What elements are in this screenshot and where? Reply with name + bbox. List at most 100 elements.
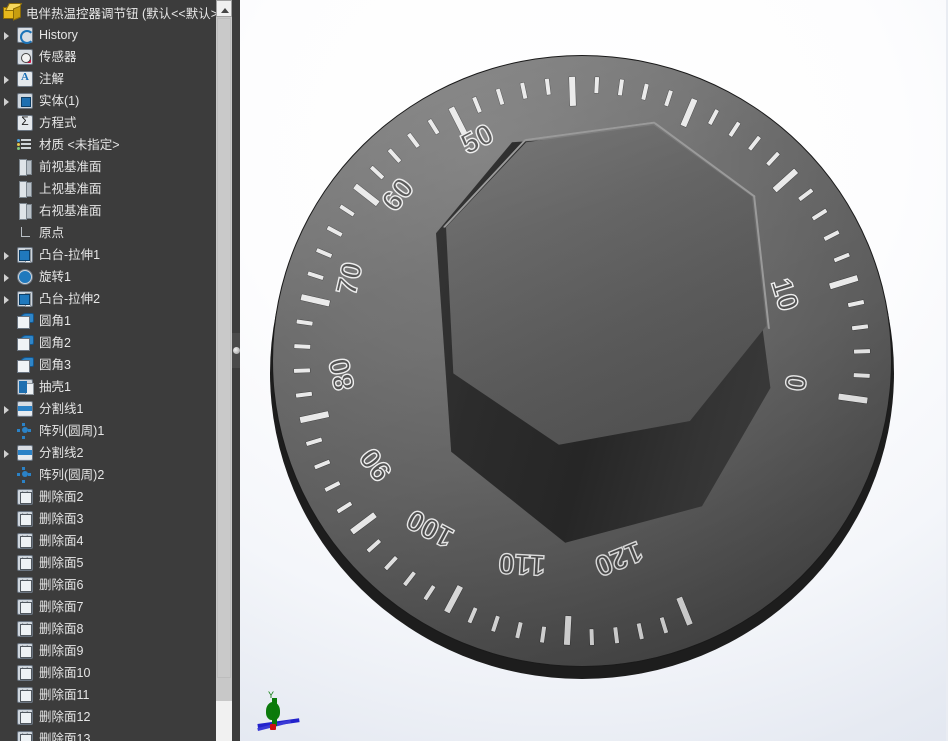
expand-arrow-icon[interactable]: [0, 442, 14, 464]
tree-item[interactable]: 圆角1: [0, 310, 216, 332]
triad-origin: [270, 724, 276, 730]
delete-face-icon: [14, 706, 36, 728]
expand-arrow-icon[interactable]: [0, 24, 14, 46]
tree-item-label: 分割线1: [39, 402, 84, 416]
tree-item[interactable]: 注解: [0, 68, 216, 90]
part-title-row[interactable]: 电伴热温控器调节钮 (默认<<默认>_: [0, 0, 216, 24]
tree-item[interactable]: 分割线1: [0, 398, 216, 420]
delete-face-icon: [14, 728, 36, 741]
part-title-label: 电伴热温控器调节钮 (默认<<默认>_: [26, 6, 216, 21]
tree-item[interactable]: 旋转1: [0, 266, 216, 288]
expand-arrow-icon[interactable]: [0, 288, 14, 310]
tree-item[interactable]: 删除面6: [0, 574, 216, 596]
feature-tree-list[interactable]: History 传感器注解实体(1) 方程式材质 <未指定> 前视基准面上视基准面右视…: [0, 24, 216, 741]
tree-item[interactable]: 前视基准面: [0, 156, 216, 178]
tree-item[interactable]: 阵列(圆周)1: [0, 420, 216, 442]
tree-item[interactable]: 圆角3: [0, 354, 216, 376]
tree-item[interactable]: 方程式: [0, 112, 216, 134]
tree-item-label: 传感器: [39, 50, 77, 64]
panel-splitter-grip[interactable]: [232, 333, 240, 368]
tree-item-label: 阵列(圆周)1: [39, 424, 105, 438]
tree-item-label: 删除面11: [39, 688, 90, 702]
delete-face-icon: [14, 662, 36, 684]
tree-item-label: 删除面8: [39, 622, 84, 636]
tree-item[interactable]: 凸台-拉伸2: [0, 288, 216, 310]
tree-item[interactable]: 传感器: [0, 46, 216, 68]
tree-item[interactable]: 删除面9: [0, 640, 216, 662]
delete-face-icon: [14, 640, 36, 662]
coordinate-triad: Y: [250, 690, 320, 740]
tree-item[interactable]: 删除面4: [0, 530, 216, 552]
tree-item-label: 上视基准面: [39, 182, 102, 196]
triad-y-label: Y: [268, 690, 275, 700]
tree-item[interactable]: 删除面11: [0, 684, 216, 706]
scroll-up-arrow-icon[interactable]: [216, 0, 232, 17]
tree-item-label: 删除面7: [39, 600, 84, 614]
expand-arrow-icon[interactable]: [0, 68, 14, 90]
plane-icon: [14, 156, 36, 178]
tree-item[interactable]: 实体(1): [0, 90, 216, 112]
tree-item-label: 删除面4: [39, 534, 84, 548]
panel-splitter[interactable]: [232, 0, 240, 741]
tree-item-label: 圆角1: [39, 314, 71, 328]
tree-item[interactable]: 上视基准面: [0, 178, 216, 200]
knob-edge-seam: [753, 195, 771, 330]
delete-face-icon: [14, 618, 36, 640]
tree-item-label: 原点: [39, 226, 65, 240]
tree-item[interactable]: 阵列(圆周)2: [0, 464, 216, 486]
graphics-viewport[interactable]: 0105060708090100110120 Y: [240, 0, 948, 741]
solidworks-window: 电伴热温控器调节钮 (默认<<默认>_ History 传感器注解实体(1) 方程式…: [0, 0, 948, 741]
tree-item-label: History: [39, 28, 78, 42]
tree-item[interactable]: 删除面12: [0, 706, 216, 728]
scroll-track[interactable]: [216, 701, 232, 741]
tree-item[interactable]: History: [0, 24, 216, 46]
expand-arrow-icon[interactable]: [0, 90, 14, 112]
tree-item[interactable]: 删除面5: [0, 552, 216, 574]
tree-item[interactable]: 右视基准面: [0, 200, 216, 222]
tree-item[interactable]: 删除面3: [0, 508, 216, 530]
fillet-icon: [14, 310, 36, 332]
tree-item[interactable]: 删除面2: [0, 486, 216, 508]
tree-item[interactable]: 抽壳1: [0, 376, 216, 398]
equations-icon: [14, 112, 36, 134]
feature-tree-scrollbar[interactable]: [216, 0, 232, 741]
expand-arrow-icon[interactable]: [0, 398, 14, 420]
tree-item[interactable]: 删除面13: [0, 728, 216, 741]
delete-face-icon: [14, 530, 36, 552]
tree-item[interactable]: 删除面8: [0, 618, 216, 640]
tree-item-label: 抽壳1: [39, 380, 71, 394]
tree-item-label: 凸台-拉伸2: [39, 292, 101, 306]
feature-manager-panel: 电伴热温控器调节钮 (默认<<默认>_ History 传感器注解实体(1) 方程式…: [0, 0, 216, 741]
tree-item[interactable]: 材质 <未指定>: [0, 134, 216, 156]
tree-item[interactable]: 凸台-拉伸1: [0, 244, 216, 266]
knob-edge-seam: [524, 121, 656, 141]
tree-item-label: 凸台-拉伸1: [39, 248, 101, 262]
knob-model[interactable]: 0105060708090100110120: [270, 55, 895, 685]
plane-icon: [14, 178, 36, 200]
revolve-icon: [14, 266, 36, 288]
tree-item[interactable]: 分割线2: [0, 442, 216, 464]
tree-item[interactable]: 原点: [0, 222, 216, 244]
tree-item[interactable]: 圆角2: [0, 332, 216, 354]
tree-item-label: 删除面6: [39, 578, 84, 592]
delete-face-icon: [14, 574, 36, 596]
knob-edge-seam: [442, 139, 526, 229]
tree-item[interactable]: 删除面10: [0, 662, 216, 684]
expand-arrow-icon[interactable]: [0, 244, 14, 266]
expand-arrow-icon[interactable]: [0, 266, 14, 288]
scroll-thumb[interactable]: [217, 18, 231, 678]
tree-item-label: 材质 <未指定>: [39, 138, 120, 152]
tree-item[interactable]: 删除面7: [0, 596, 216, 618]
